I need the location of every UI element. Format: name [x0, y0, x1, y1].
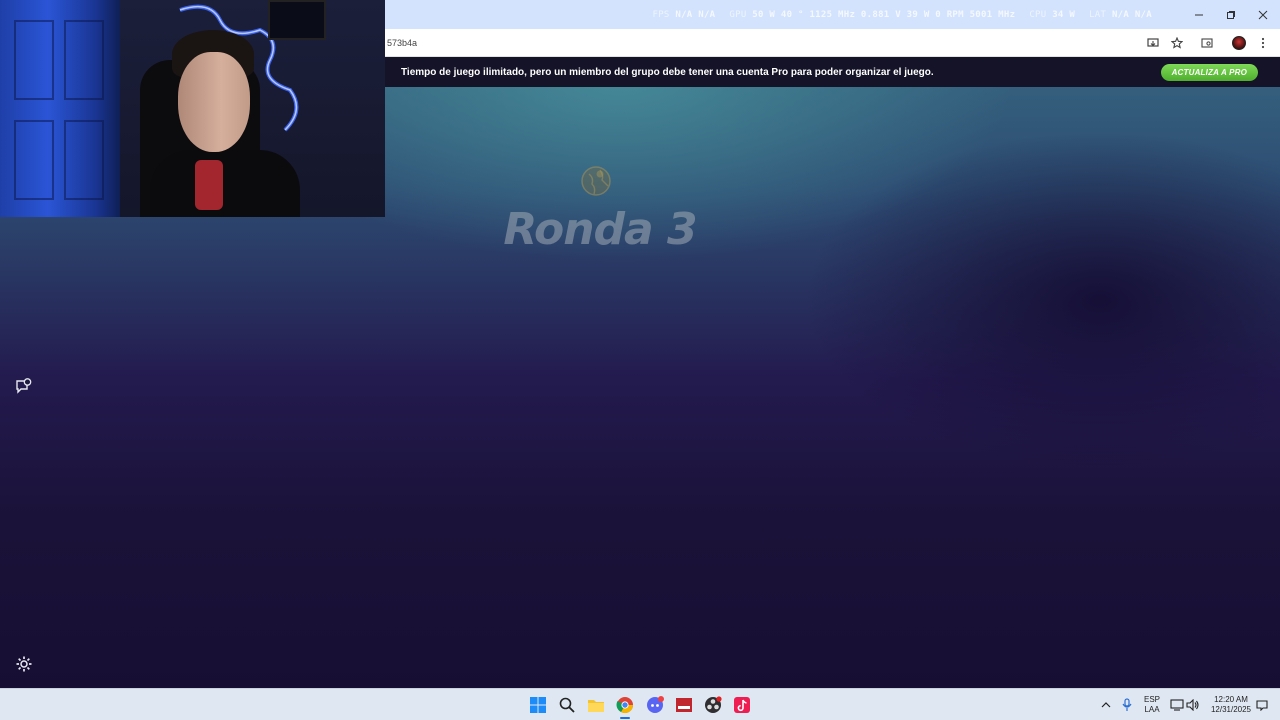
more-icon[interactable]	[1256, 36, 1270, 50]
lat-value-2: N/A	[1134, 9, 1152, 20]
chrome-icon[interactable]	[614, 694, 636, 719]
gpu-label: GPU	[729, 9, 747, 20]
webcam-feed	[0, 0, 385, 217]
chat-icon[interactable]	[12, 374, 36, 398]
profile-avatar[interactable]	[1232, 35, 1246, 50]
notification-icon[interactable]	[1251, 694, 1273, 716]
windows-start-icon[interactable]	[527, 694, 549, 716]
tiktok-icon[interactable]	[731, 694, 753, 716]
voice-app-icon[interactable]	[673, 694, 695, 716]
fps-value-2: N/A	[698, 9, 716, 20]
window-controls	[1192, 8, 1270, 22]
url-text[interactable]: 573b4a	[387, 38, 417, 48]
extensions-icon[interactable]	[1200, 36, 1214, 50]
fps-label: FPS	[652, 9, 670, 20]
chevron-up-icon[interactable]	[1095, 694, 1117, 716]
gpu-values: 50 W 40 ° 1125 MHz 0.881 V 39 W 0 RPM 50…	[752, 9, 1016, 20]
promo-message: Tiempo de juego ilimitado, pero un miemb…	[401, 66, 934, 78]
install-icon[interactable]	[1146, 36, 1160, 50]
clock-time: 12:20 AM	[1214, 695, 1248, 704]
lang-line-1: ESP	[1143, 695, 1160, 704]
cpu-value: 34 W	[1052, 9, 1076, 20]
star-icon[interactable]	[1170, 36, 1184, 50]
clock-date: 12/31/2025	[1210, 705, 1252, 714]
lat-label: LAT	[1089, 9, 1107, 20]
cpu-label: CPU	[1029, 9, 1047, 20]
lang-line-2: LAA	[1144, 705, 1160, 714]
file-explorer-icon[interactable]	[585, 694, 607, 716]
lat-value: N/A	[1111, 9, 1130, 20]
round-title: Ronda 3	[503, 204, 697, 255]
settings-gear-icon[interactable]	[12, 652, 36, 676]
address-bar: 573b4a	[385, 29, 1280, 57]
globe-icon	[580, 164, 612, 198]
obs-icon[interactable]	[702, 694, 724, 716]
toolbar-icons	[1146, 35, 1280, 50]
discord-icon[interactable]	[644, 694, 666, 716]
volume-icon[interactable]	[1182, 694, 1204, 716]
search-icon[interactable]	[556, 694, 578, 716]
restore-icon[interactable]	[1224, 8, 1238, 22]
browser-title-bar: FPS N/A N/A GPU 50 W 40 ° 1125 MHz 0.881…	[385, 0, 1280, 29]
fps-value: N/A	[675, 9, 693, 20]
microphone-icon[interactable]	[1116, 694, 1138, 716]
pro-promo-banner: Tiempo de juego ilimitado, pero un miemb…	[385, 57, 1280, 87]
performance-overlay: FPS N/A N/A GPU 50 W 40 ° 1125 MHz 0.881…	[653, 10, 1153, 20]
close-icon[interactable]	[1256, 8, 1270, 22]
minimize-icon[interactable]	[1192, 8, 1206, 22]
windows-taskbar: ESP LAA 12:20 AM 12/31/2025	[0, 688, 1280, 720]
upgrade-pro-button[interactable]: ACTUALIZA A PRO	[1160, 63, 1258, 81]
language-indicator[interactable]: ESP LAA	[1140, 695, 1164, 715]
clock[interactable]: 12:20 AM 12/31/2025	[1206, 695, 1256, 715]
